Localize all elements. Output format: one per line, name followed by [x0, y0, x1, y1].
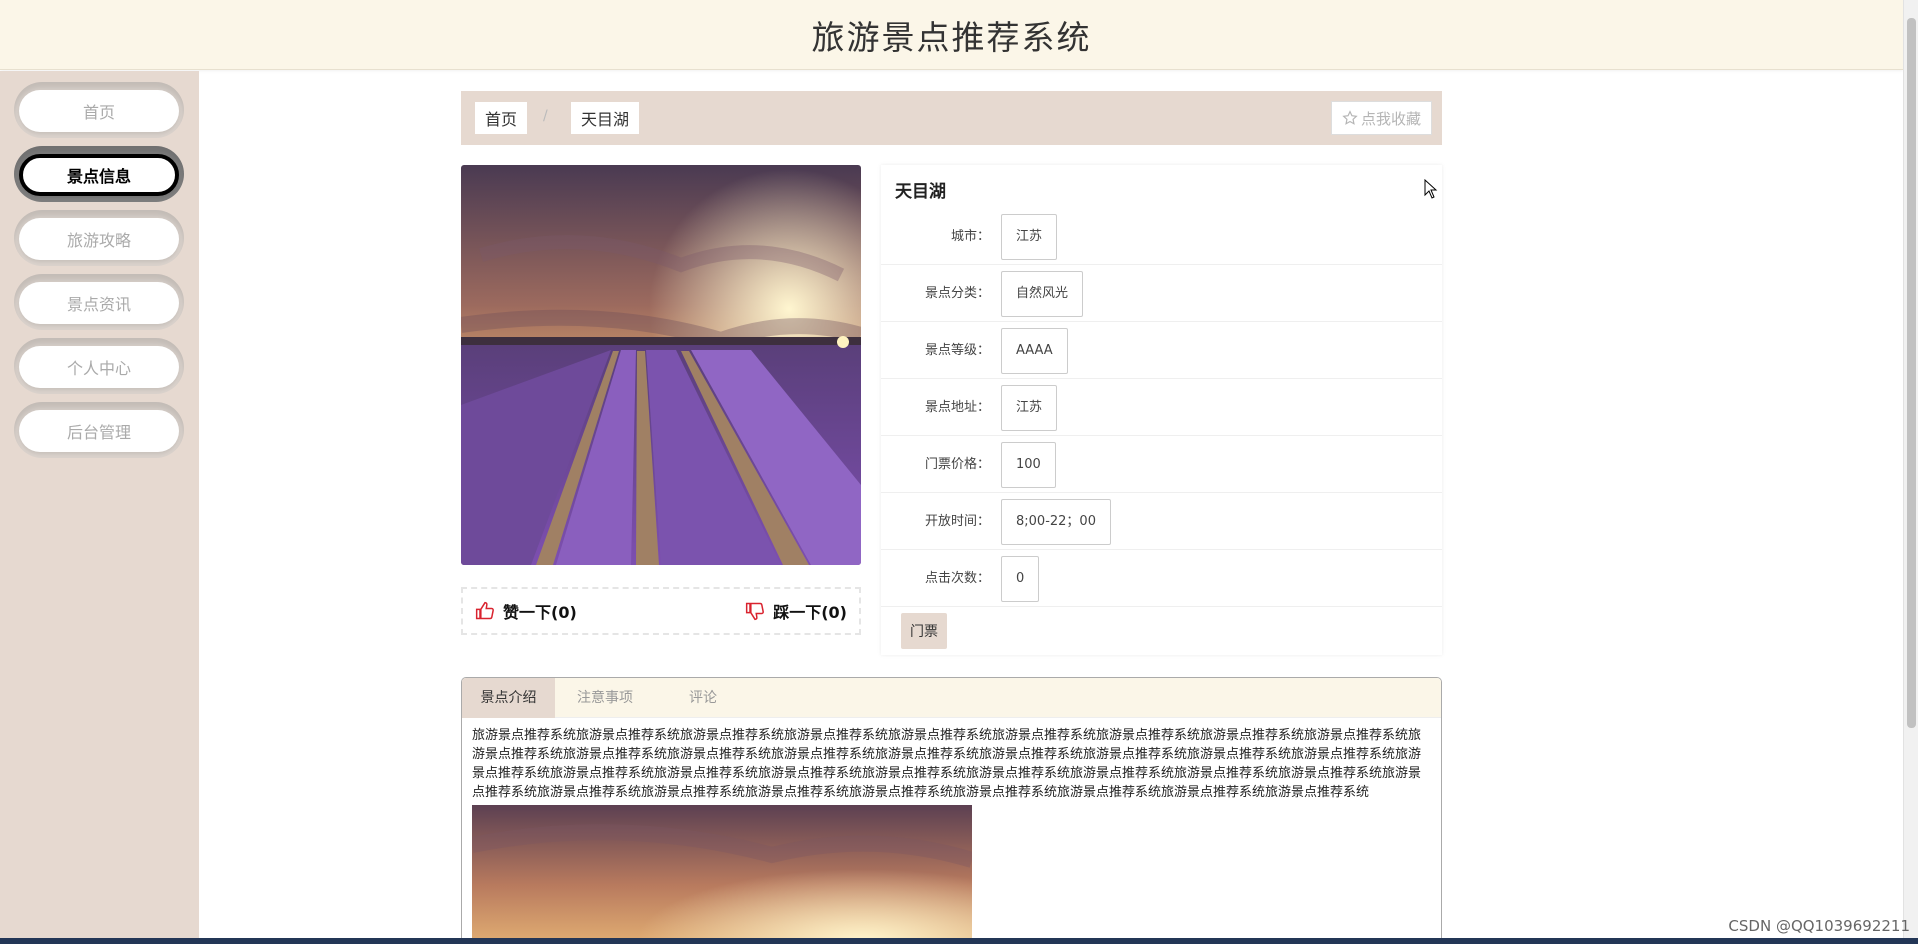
field-opening-hours: 开放时间： 8;00-22；00	[881, 493, 1442, 550]
attraction-image	[461, 165, 861, 565]
breadcrumb-separator: /	[543, 108, 548, 124]
sidebar-item-label: 后台管理	[19, 410, 179, 452]
intro-image	[472, 805, 972, 943]
attraction-title: 天目湖	[895, 182, 946, 202]
field-value: AAAA	[1001, 328, 1068, 374]
field-level: 景点等级： AAAA	[881, 322, 1442, 379]
field-label: 景点地址：	[924, 400, 990, 415]
breadcrumb-current: 天目湖	[571, 102, 640, 134]
field-address: 景点地址： 江苏	[881, 379, 1442, 436]
field-city: 城市： 江苏	[881, 208, 1442, 265]
field-label: 城市：	[950, 229, 990, 244]
sidebar-item-admin[interactable]: 后台管理	[14, 402, 184, 458]
sidebar-item-label: 旅游攻略	[19, 218, 179, 260]
sidebar-item-guides[interactable]: 旅游攻略	[14, 210, 184, 266]
field-value: 8;00-22；00	[1001, 499, 1111, 545]
field-ticket-price: 门票价格： 100	[881, 436, 1442, 493]
tabs-header: 景点介绍 注意事项 评论	[462, 678, 1441, 718]
detail-tabs-panel: 景点介绍 注意事项 评论 旅游景点推荐系统旅游景点推荐系统旅游景点推荐系统旅游景…	[461, 677, 1442, 944]
mouse-cursor-icon	[1424, 178, 1438, 203]
field-label: 景点分类：	[924, 286, 990, 301]
sidebar-item-label: 个人中心	[19, 346, 179, 388]
breadcrumb-home-link[interactable]: 首页	[475, 102, 528, 134]
sidebar-item-attractions[interactable]: 景点信息	[14, 146, 184, 202]
sidebar-item-news[interactable]: 景点资讯	[14, 274, 184, 330]
site-title: 旅游景点推荐系统	[811, 17, 1092, 57]
field-category: 景点分类： 自然风光	[881, 265, 1442, 322]
tab-notes[interactable]: 注意事项	[555, 678, 655, 718]
favorite-button[interactable]: 点我收藏	[1330, 101, 1432, 135]
field-label: 门票价格：	[924, 457, 990, 472]
field-value: 江苏	[1001, 214, 1058, 260]
tab-content: 旅游景点推荐系统旅游景点推荐系统旅游景点推荐系统旅游景点推荐系统旅游景点推荐系统…	[462, 718, 1441, 943]
scrollbar-thumb[interactable]	[1907, 18, 1916, 728]
field-value: 0	[1001, 556, 1040, 602]
attraction-info-panel: 天目湖 城市： 江苏 景点分类： 自然风光 景点等级： AAAA 景点地址： 江…	[881, 165, 1442, 655]
tab-comments[interactable]: 评论	[655, 678, 751, 718]
dislike-button[interactable]: 踩一下(0)	[745, 599, 847, 623]
ticket-button[interactable]: 门票	[901, 613, 947, 649]
field-click-count: 点击次数： 0	[881, 550, 1442, 607]
sidebar-item-label: 景点信息	[19, 154, 179, 196]
sidebar-item-label: 景点资讯	[19, 282, 179, 324]
sidebar-item-profile[interactable]: 个人中心	[14, 338, 184, 394]
breadcrumb: 首页 / 天目湖 点我收藏	[461, 91, 1442, 145]
field-label: 景点等级：	[924, 343, 990, 358]
sidebar-nav: 首页 景点信息 旅游攻略 景点资讯 个人中心 后台管理	[0, 71, 199, 944]
sidebar-item-label: 首页	[19, 90, 179, 132]
sidebar-item-home[interactable]: 首页	[14, 82, 184, 138]
thumbs-down-icon	[746, 602, 765, 621]
like-button[interactable]: 赞一下(0)	[475, 599, 577, 623]
os-taskbar	[0, 938, 1918, 944]
field-label: 点击次数：	[924, 571, 990, 586]
like-bar: 赞一下(0) 踩一下(0)	[461, 587, 861, 635]
watermark: CSDN @QQ1039692211	[1728, 917, 1910, 935]
thumbs-up-icon	[475, 601, 494, 620]
field-label: 开放时间：	[924, 514, 990, 529]
star-outline-icon	[1342, 110, 1358, 125]
field-value: 江苏	[1001, 385, 1058, 431]
field-value: 100	[1001, 442, 1056, 488]
like-label: 赞一下(0)	[503, 603, 577, 622]
site-header: 旅游景点推荐系统	[0, 0, 1903, 70]
intro-text: 旅游景点推荐系统旅游景点推荐系统旅游景点推荐系统旅游景点推荐系统旅游景点推荐系统…	[472, 728, 1422, 800]
field-value: 自然风光	[1001, 271, 1084, 317]
page-scrollbar[interactable]	[1903, 0, 1918, 944]
dislike-label: 踩一下(0)	[773, 603, 847, 622]
favorite-button-label: 点我收藏	[1360, 109, 1421, 128]
tab-introduction[interactable]: 景点介绍	[462, 678, 555, 718]
